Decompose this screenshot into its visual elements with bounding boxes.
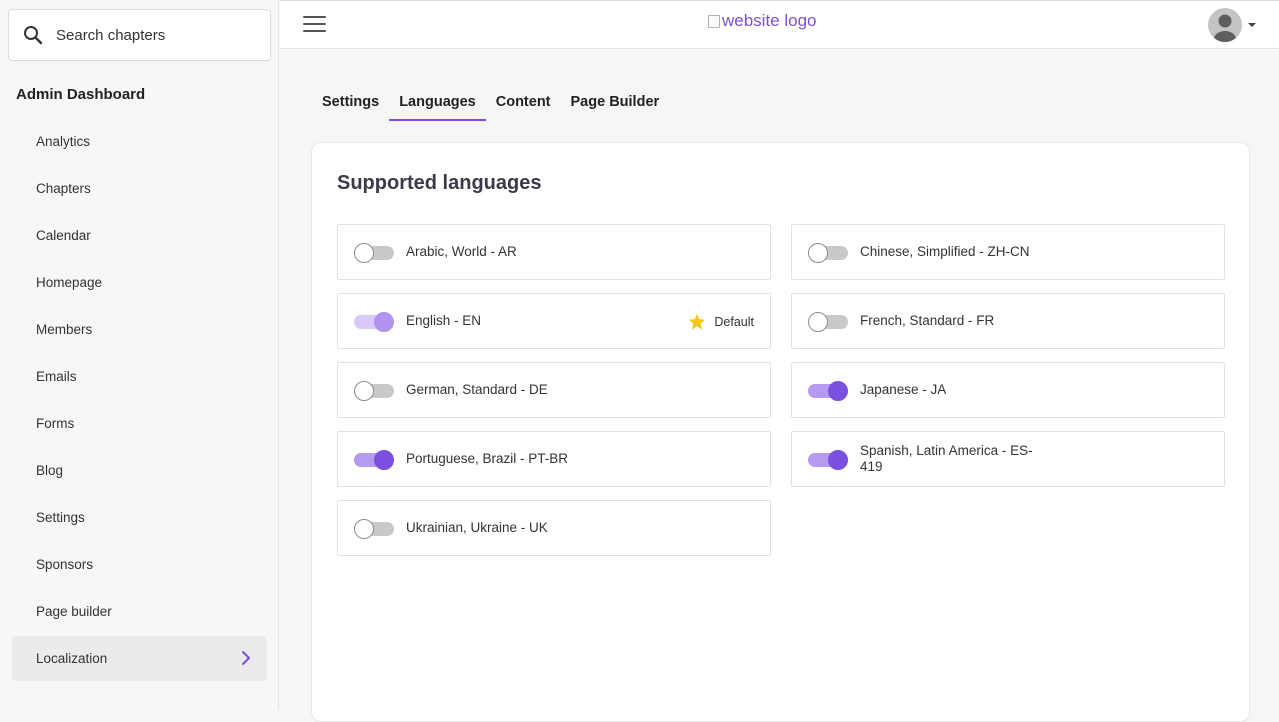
sidebar-item-page-builder[interactable]: Page builder: [12, 588, 267, 635]
language-item-en: English - EN Default: [337, 293, 771, 349]
sidebar-item-settings[interactable]: Settings: [12, 494, 267, 541]
language-name: Chinese, Simplified - ZH-CN: [860, 244, 1030, 259]
sidebar-item-label: Chapters: [36, 181, 91, 196]
language-name: Arabic, World - AR: [406, 244, 517, 259]
sidebar-item-localization[interactable]: Localization: [12, 636, 267, 681]
search-icon: [24, 26, 43, 45]
sidebar-item-members[interactable]: Members: [12, 306, 267, 353]
tab-page-builder[interactable]: Page Builder: [561, 88, 670, 121]
language-toggle[interactable]: [354, 450, 395, 470]
sidebar-item-homepage[interactable]: Homepage: [12, 259, 267, 306]
language-name: Ukrainian, Ukraine - UK: [406, 520, 548, 535]
sidebar-item-label: Homepage: [36, 275, 103, 290]
language-toggle[interactable]: [354, 243, 395, 263]
tab-languages[interactable]: Languages: [389, 88, 486, 121]
sidebar-item-blog[interactable]: Blog: [12, 447, 267, 494]
language-name: French, Standard - FR: [860, 313, 995, 328]
sidebar: Admin Dashboard Analytics Chapters Calen…: [0, 0, 279, 710]
default-label: Default: [714, 314, 754, 329]
language-name: English - EN: [406, 313, 482, 328]
default-badge: Default: [688, 313, 754, 330]
language-item-fr: French, Standard - FR: [791, 293, 1225, 349]
language-item-es-419: Spanish, Latin America - ES-419: [791, 431, 1225, 487]
language-name: Spanish, Latin America - ES-419: [860, 443, 1033, 474]
sidebar-item-emails[interactable]: Emails: [12, 353, 267, 400]
website-logo[interactable]: website logo: [708, 11, 817, 31]
sidebar-item-label: Forms: [36, 416, 75, 431]
language-name: German, Standard - DE: [406, 382, 548, 397]
chevron-right-icon: [242, 651, 250, 665]
top-bar: website logo: [280, 0, 1279, 49]
language-toggle[interactable]: [808, 312, 849, 332]
sidebar-heading: Admin Dashboard: [16, 86, 146, 103]
language-grid: Arabic, World - AR Chinese, Simplified -…: [337, 224, 1225, 556]
sidebar-item-label: Members: [36, 322, 93, 337]
sidebar-item-calendar[interactable]: Calendar: [12, 212, 267, 259]
search-box[interactable]: [8, 9, 271, 61]
language-item-ja: Japanese - JA: [791, 362, 1225, 418]
language-toggle[interactable]: [354, 312, 395, 332]
user-avatar-icon: [1208, 8, 1242, 42]
logo-alt-text: website logo: [722, 11, 817, 30]
language-toggle[interactable]: [354, 519, 395, 539]
tab-settings[interactable]: Settings: [312, 88, 389, 121]
tab-content[interactable]: Content: [486, 88, 561, 121]
sidebar-item-chapters[interactable]: Chapters: [12, 165, 267, 212]
sidebar-item-forms[interactable]: Forms: [12, 400, 267, 447]
sidebar-item-label: Sponsors: [36, 557, 94, 572]
search-input[interactable]: [56, 22, 261, 48]
card-title: Supported languages: [337, 172, 542, 194]
language-name: Portuguese, Brazil - PT-BR: [406, 451, 569, 466]
caret-down-icon: [1248, 23, 1256, 27]
language-item-ar: Arabic, World - AR: [337, 224, 771, 280]
sidebar-nav: Analytics Chapters Calendar Homepage Mem…: [12, 118, 267, 681]
broken-image-icon: [708, 14, 720, 28]
sidebar-item-label: Emails: [36, 369, 77, 384]
sidebar-item-analytics[interactable]: Analytics: [12, 118, 267, 165]
tab-bar: Settings Languages Content Page Builder: [312, 88, 669, 121]
sidebar-item-sponsors[interactable]: Sponsors: [12, 541, 267, 588]
language-item-pt-br: Portuguese, Brazil - PT-BR: [337, 431, 771, 487]
sidebar-item-label: Settings: [36, 510, 85, 525]
language-item-zh-cn: Chinese, Simplified - ZH-CN: [791, 224, 1225, 280]
sidebar-item-label: Localization: [36, 651, 108, 666]
sidebar-item-label: Blog: [36, 463, 64, 478]
language-toggle[interactable]: [808, 381, 849, 401]
user-menu[interactable]: [1208, 8, 1256, 42]
supported-languages-card: Supported languages Arabic, World - AR C…: [311, 142, 1250, 722]
language-toggle[interactable]: [354, 381, 395, 401]
hamburger-icon[interactable]: [303, 16, 327, 34]
language-item-de: German, Standard - DE: [337, 362, 771, 418]
star-icon: [689, 313, 706, 330]
sidebar-item-label: Analytics: [36, 134, 91, 149]
sidebar-item-label: Calendar: [36, 228, 91, 243]
language-toggle[interactable]: [808, 450, 849, 470]
language-toggle[interactable]: [808, 243, 849, 263]
language-item-uk: Ukrainian, Ukraine - UK: [337, 500, 771, 556]
sidebar-item-label: Page builder: [36, 604, 112, 619]
language-name: Japanese - JA: [860, 382, 947, 397]
